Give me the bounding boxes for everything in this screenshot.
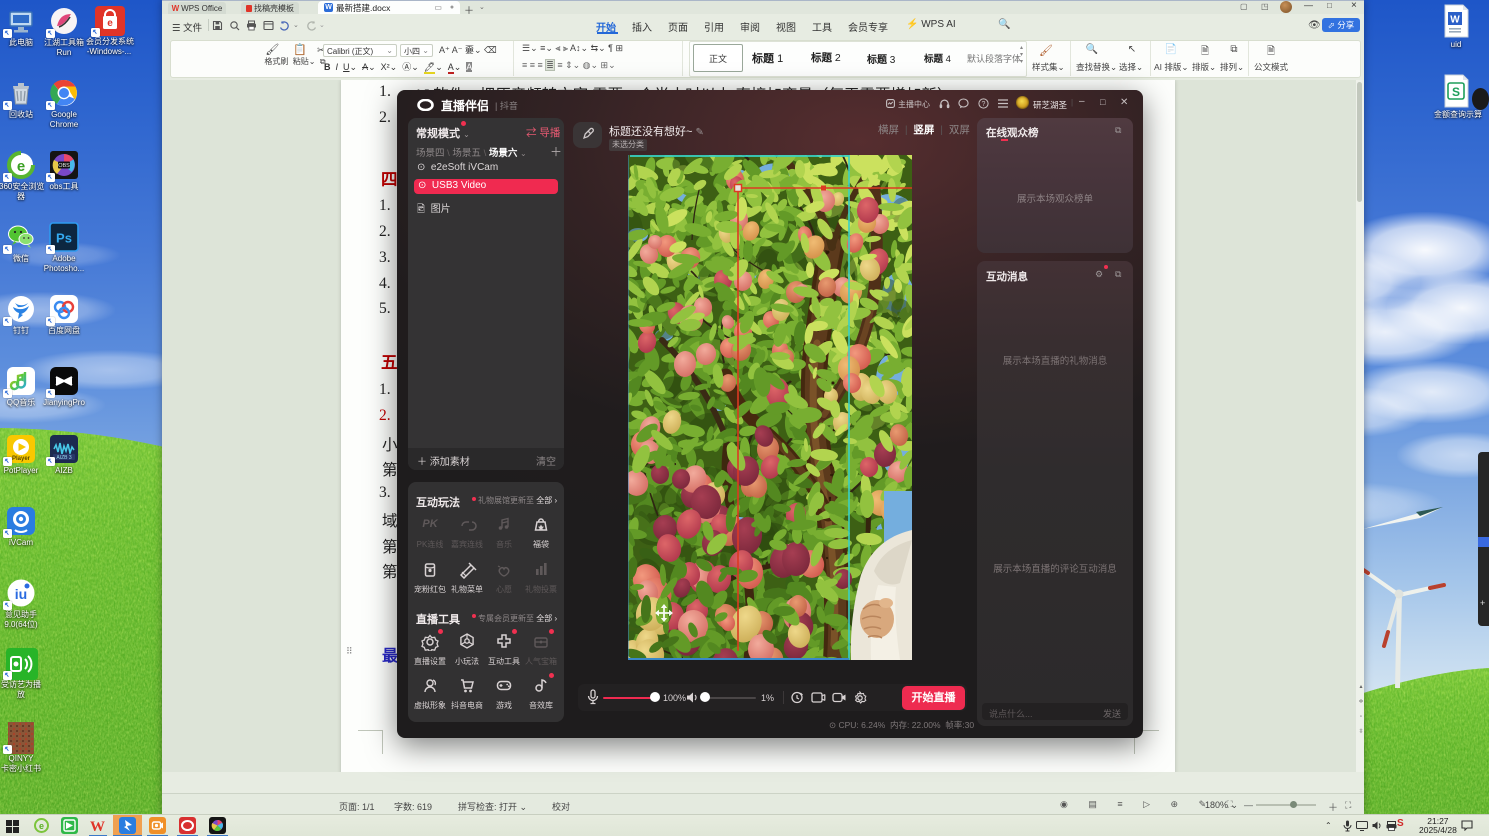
svg-text:iu: iu (15, 586, 27, 602)
svg-text:e: e (107, 18, 113, 29)
svg-text:W: W (1450, 15, 1460, 26)
svg-text:PK: PK (422, 518, 438, 530)
svg-text:OBS: OBS (58, 163, 70, 169)
svg-text:e: e (17, 158, 25, 175)
svg-text:W: W (90, 819, 105, 834)
svg-text:e: e (39, 821, 44, 831)
svg-text:S: S (1452, 85, 1460, 99)
svg-text:Ps: Ps (56, 231, 72, 246)
svg-text:?: ? (982, 101, 986, 108)
svg-text:Player: Player (12, 456, 31, 462)
svg-text:AIZB 3: AIZB 3 (56, 455, 72, 461)
